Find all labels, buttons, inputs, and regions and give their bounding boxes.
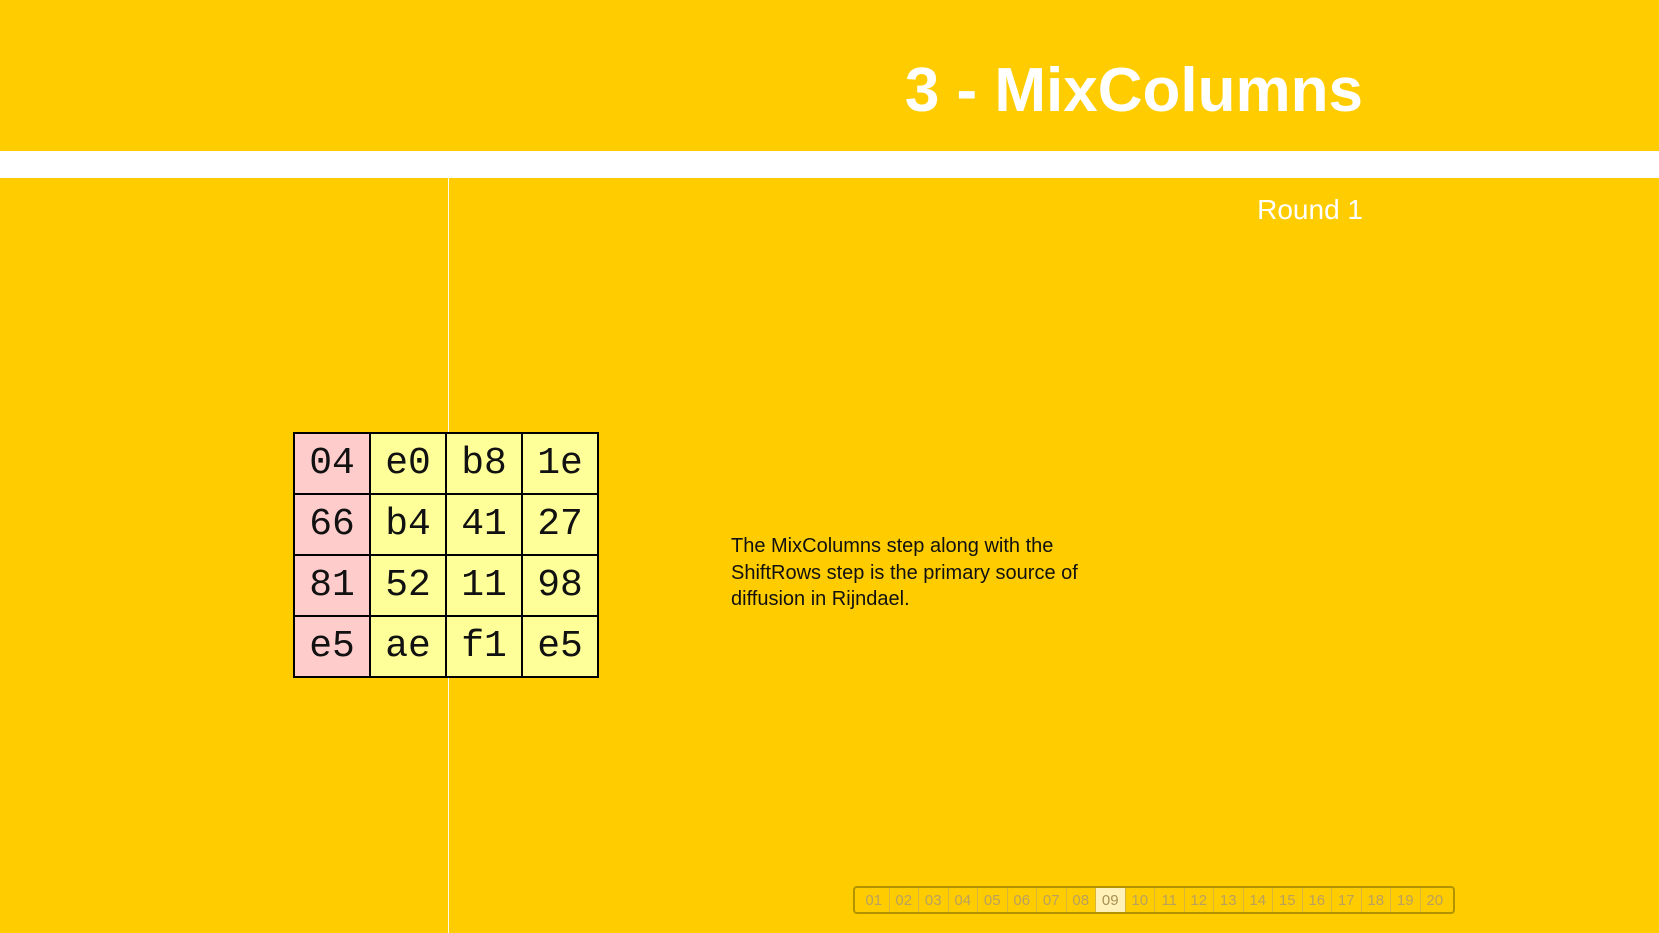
state-cell: 98 [521,554,599,617]
pager-item-05[interactable]: 05 [977,888,1007,912]
pager-item-12[interactable]: 12 [1183,888,1214,912]
pager-item-08[interactable]: 08 [1065,888,1096,912]
pager-item-16[interactable]: 16 [1301,888,1332,912]
pager-item-11[interactable]: 11 [1154,888,1184,912]
pager-item-03[interactable]: 03 [918,888,948,912]
slide-pager: 01 02 03 04 05 06 07 08 09 10 11 12 13 14 15 16 17 18 19 20 [853,886,1455,914]
state-cell: f1 [445,615,523,678]
state-cell: e5 [293,615,371,678]
state-row: 66 b4 41 27 [293,493,599,556]
slide-title: 3 - MixColumns [904,56,1363,125]
pager-item-10[interactable]: 10 [1124,888,1155,912]
description-text: The MixColumns step along with the Shift… [731,535,1078,610]
pager-item-09[interactable]: 09 [1095,888,1125,912]
pager-item-17[interactable]: 17 [1331,888,1361,912]
state-cell: 81 [293,554,371,617]
state-cell: 04 [293,432,371,495]
state-cell: ae [369,615,447,678]
pager-item-18[interactable]: 18 [1360,888,1391,912]
state-row: e5 ae f1 e5 [293,615,599,678]
state-matrix: 04 e0 b8 1e 66 b4 41 27 81 52 11 98 e5 a… [293,432,599,678]
header-divider [0,151,1659,178]
state-cell: b4 [369,493,447,556]
slide-header: 3 - MixColumns [0,0,1659,150]
state-cell: 66 [293,493,371,556]
state-cell: 27 [521,493,599,556]
pager-item-19[interactable]: 19 [1390,888,1420,912]
pager-item-01[interactable]: 01 [859,888,889,912]
state-cell: e5 [521,615,599,678]
state-cell: 1e [521,432,599,495]
state-cell: 11 [445,554,523,617]
pager-item-06[interactable]: 06 [1006,888,1037,912]
pager-item-15[interactable]: 15 [1272,888,1302,912]
pager-item-02[interactable]: 02 [888,888,919,912]
state-row: 81 52 11 98 [293,554,599,617]
pager-item-14[interactable]: 14 [1242,888,1273,912]
pager-item-13[interactable]: 13 [1213,888,1243,912]
pager-item-20[interactable]: 20 [1419,888,1450,912]
state-cell: 41 [445,493,523,556]
state-cell: 52 [369,554,447,617]
pager-item-07[interactable]: 07 [1036,888,1066,912]
state-cell: e0 [369,432,447,495]
state-row: 04 e0 b8 1e [293,432,599,495]
round-label: Round 1 [1257,194,1363,225]
state-cell: b8 [445,432,523,495]
slide: 3 - MixColumns Round 1 04 e0 b8 1e 66 b4… [0,0,1659,933]
pager-item-04[interactable]: 04 [947,888,978,912]
